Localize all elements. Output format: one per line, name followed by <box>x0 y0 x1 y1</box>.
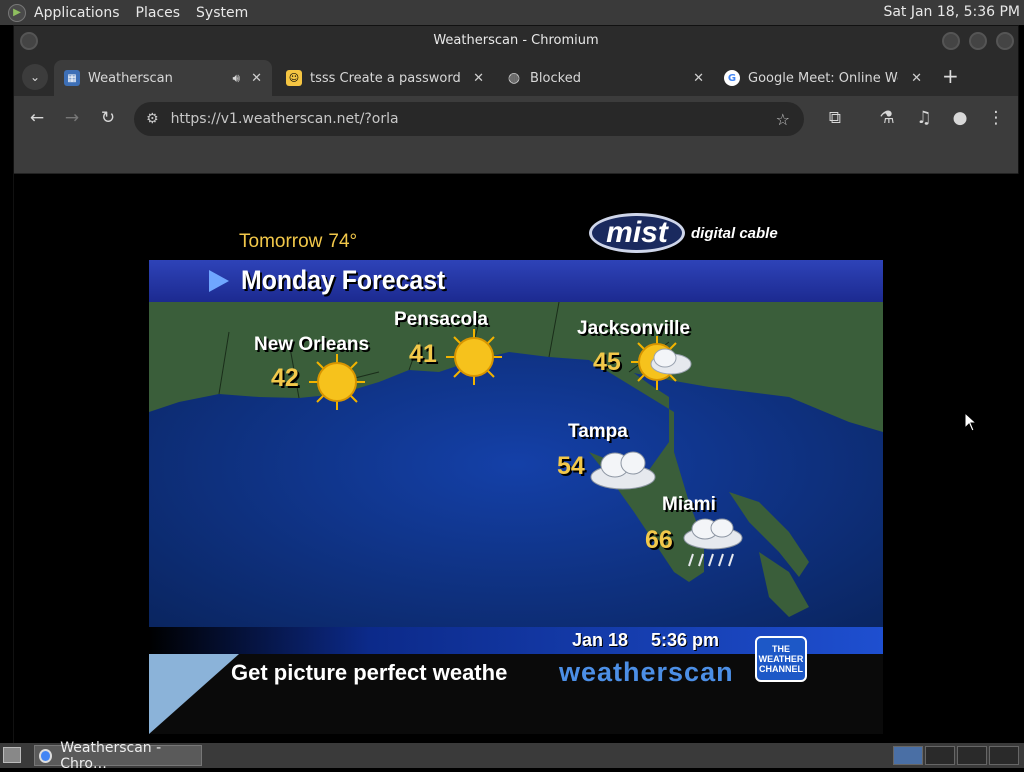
maximize-button[interactable] <box>969 32 987 50</box>
rain-icon <box>683 518 743 567</box>
panel-clock[interactable]: Sat Jan 18, 5:36 PM <box>883 0 1020 25</box>
mist-logo-subtitle: digital cable <box>691 225 778 242</box>
address-bar[interactable]: ⚙ https://v1.weatherscan.net/?orla ☆ <box>134 102 804 136</box>
twc-line: WEATHER <box>758 654 804 664</box>
tab-google-meet[interactable]: G Google Meet: Online Web ✕ <box>714 60 932 96</box>
more-menu-icon[interactable]: ⋮ <box>985 108 1007 128</box>
forward-arrow-icon[interactable]: → <box>61 108 83 128</box>
window-title: Weatherscan - Chromium <box>433 33 599 48</box>
mouse-pointer-icon <box>964 412 978 432</box>
new-tab-button[interactable]: + <box>942 64 959 88</box>
forecast-map: New Orleans 42 Pensacola 41 Jacksonville… <box>149 302 883 627</box>
tab-label: Google Meet: Online Web <box>748 70 898 86</box>
distro-logo-icon[interactable]: ▶ <box>8 3 26 22</box>
places-menu[interactable]: Places <box>136 5 181 21</box>
extensions-icon[interactable]: ⧉ <box>824 108 846 128</box>
twc-line: THE <box>772 644 790 654</box>
top-panel: ▶ Applications Places System Sat Jan 18,… <box>0 0 1024 25</box>
close-window-button[interactable] <box>996 32 1014 50</box>
chromium-icon <box>39 748 53 763</box>
workspace-4[interactable] <box>989 746 1019 765</box>
mist-sponsor-logo: mist digital cable <box>589 213 789 257</box>
taskbar-item-label: Weatherscan - Chro… <box>60 739 162 772</box>
cloud-icon <box>590 451 656 490</box>
window-menu-button[interactable] <box>20 32 38 50</box>
city-tampa: Tampa <box>568 421 628 442</box>
mist-logo-word: mist <box>589 213 685 253</box>
weather-channel-logo: THE WEATHER CHANNEL <box>755 636 807 682</box>
ticker-bar: Get picture perfect weathe weatherscan T… <box>149 636 883 734</box>
tomorrow-forecast: Tomorrow 74° <box>239 231 357 253</box>
system-menu[interactable]: System <box>196 5 248 21</box>
panel-menu-bar: ▶ Applications Places System <box>0 0 272 25</box>
tab-strip: ⌄ ▦ Weatherscan 🔊︎ ✕ ☺ tsss Create a pas… <box>14 56 1018 96</box>
ticker-wedge <box>149 654 239 734</box>
window-titlebar[interactable]: Weatherscan - Chromium <box>14 26 1018 56</box>
temp-new-orleans: 42 <box>271 364 299 392</box>
tab-label: Blocked <box>530 70 581 86</box>
partly-cloudy-icon <box>631 336 692 390</box>
banner-title: Monday Forecast <box>241 265 446 295</box>
time-label: 5:36 pm <box>651 630 720 650</box>
show-desktop-icon[interactable] <box>3 747 21 763</box>
close-tab-icon[interactable]: ✕ <box>911 71 922 86</box>
media-controls-icon[interactable]: ♫ <box>913 108 935 128</box>
bottom-taskbar: Weatherscan - Chro… <box>0 740 1024 772</box>
tab-weatherscan[interactable]: ▦ Weatherscan 🔊︎ ✕ <box>54 60 272 96</box>
page-content: Tomorrow 74° mist digital cable Monday Fo… <box>14 174 1020 744</box>
back-arrow-icon[interactable]: ← <box>26 108 48 128</box>
date-label: Jan 18 <box>572 630 629 650</box>
weatherscan-favicon-icon: ▦ <box>64 70 80 86</box>
tomorrow-temp: 74° <box>328 231 358 252</box>
site-info-icon[interactable]: ⚙ <box>146 111 159 127</box>
labs-flask-icon[interactable]: ⚗ <box>876 108 898 128</box>
profile-avatar-icon[interactable]: ● <box>949 108 971 128</box>
minimize-button[interactable] <box>942 32 960 50</box>
play-arrow-icon <box>209 270 229 292</box>
close-tab-icon[interactable]: ✕ <box>693 71 704 86</box>
weatherscan-brand: weatherscan <box>559 657 734 687</box>
sun-icon <box>309 354 365 410</box>
workspace-1[interactable] <box>893 746 923 765</box>
google-icon: G <box>724 70 740 86</box>
tab-label: tsss Create a password-p <box>310 70 460 86</box>
forecast-banner: Monday Forecast <box>149 260 883 302</box>
twc-line: CHANNEL <box>759 664 803 674</box>
url-text[interactable]: https://v1.weatherscan.net/?orla <box>171 111 399 127</box>
close-tab-icon[interactable]: ✕ <box>473 71 484 86</box>
workspace-3[interactable] <box>957 746 987 765</box>
taskbar-item-weatherscan[interactable]: Weatherscan - Chro… <box>34 740 202 772</box>
speaker-icon[interactable]: 🔊︎ <box>232 71 240 86</box>
tab-label: Weatherscan <box>88 70 173 86</box>
chevron-down-icon: ⌄ <box>29 70 41 84</box>
sun-icon <box>446 329 502 385</box>
tab-password[interactable]: ☺ tsss Create a password-p ✕ <box>276 60 494 96</box>
applications-menu[interactable]: Applications <box>34 5 120 21</box>
tab-blocked[interactable]: ◍ Blocked ✕ <box>496 60 714 96</box>
bookmarks-bar <box>14 142 1018 174</box>
weatherscan-display: Tomorrow 74° mist digital cable Monday Fo… <box>149 183 883 734</box>
temp-jacksonville: 45 <box>593 348 621 376</box>
tab-search-button[interactable]: ⌄ <box>22 64 48 90</box>
reload-icon[interactable]: ↻ <box>97 108 119 128</box>
temp-pensacola: 41 <box>409 340 437 368</box>
bookmark-star-icon[interactable]: ☆ <box>776 110 790 129</box>
close-tab-icon[interactable]: ✕ <box>251 71 262 86</box>
ticker-text: Get picture perfect weathe <box>231 660 508 685</box>
workspace-2[interactable] <box>925 746 955 765</box>
emoji-favicon-icon: ☺ <box>286 70 302 86</box>
browser-toolbar: ← → ↻ ⚙ https://v1.weatherscan.net/?orla… <box>14 96 1018 142</box>
globe-icon: ◍ <box>507 70 521 86</box>
temp-miami: 66 <box>645 526 673 554</box>
city-miami: Miami <box>662 494 716 515</box>
browser-window: Weatherscan - Chromium ⌄ ▦ Weatherscan 🔊… <box>13 25 1020 744</box>
tomorrow-label: Tomorrow <box>239 231 323 252</box>
temp-tampa: 54 <box>557 452 585 480</box>
